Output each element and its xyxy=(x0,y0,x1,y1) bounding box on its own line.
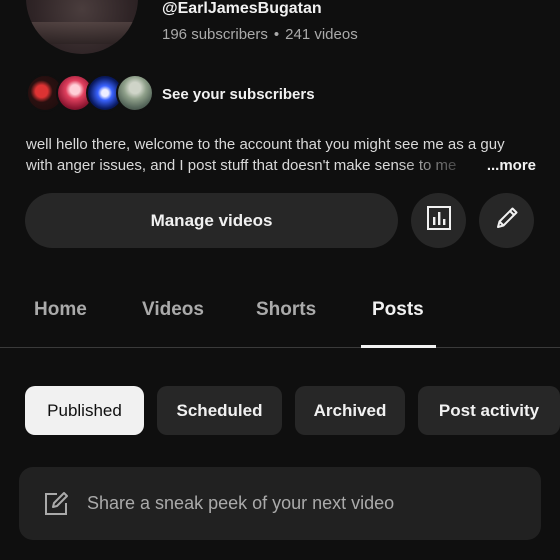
channel-avatar[interactable] xyxy=(26,0,138,54)
tab-home[interactable]: Home xyxy=(34,299,87,321)
filter-chip-published[interactable]: Published xyxy=(25,386,144,435)
analytics-icon xyxy=(426,205,452,236)
channel-handle: @EarlJamesBugatan xyxy=(162,0,322,17)
post-composer[interactable]: Share a sneak peek of your next video xyxy=(19,467,541,540)
tab-shorts[interactable]: Shorts xyxy=(256,299,316,321)
subscriber-avatars[interactable] xyxy=(26,74,156,112)
more-link[interactable]: ...more xyxy=(484,155,536,176)
edit-channel-button[interactable] xyxy=(479,193,534,248)
manage-videos-button[interactable]: Manage videos xyxy=(25,193,398,248)
channel-page: @EarlJamesBugatan 196 subscribers • 241 vi… xyxy=(0,0,560,560)
tab-videos[interactable]: Videos xyxy=(142,299,204,321)
description-line-1: well hello there, welcome to the account… xyxy=(26,136,505,153)
pencil-icon xyxy=(493,204,521,237)
video-count: 241 videos xyxy=(285,26,358,43)
channel-tabs: Home Videos Shorts Posts xyxy=(0,290,560,348)
stats-separator: • xyxy=(273,26,280,43)
subscriber-count: 196 subscribers xyxy=(162,26,268,43)
channel-stats: 196 subscribers • 241 videos xyxy=(162,26,358,43)
filter-chip-scheduled[interactable]: Scheduled xyxy=(157,386,282,435)
description-line-2: with anger issues, and I post stuff that… xyxy=(26,157,457,174)
subscriber-avatar xyxy=(116,74,154,112)
composer-placeholder: Share a sneak peek of your next video xyxy=(87,493,395,513)
see-subscribers-link[interactable]: See your subscribers xyxy=(162,86,315,103)
active-tab-indicator xyxy=(361,345,436,348)
analytics-button[interactable] xyxy=(411,193,466,248)
description-line-2-wrap: with anger issues, and I post stuff that… xyxy=(26,155,536,176)
filter-chip-archived[interactable]: Archived xyxy=(295,386,405,435)
channel-description[interactable]: well hello there, welcome to the account… xyxy=(26,134,536,176)
filter-chip-post-activity[interactable]: Post activity xyxy=(418,386,560,435)
tab-posts[interactable]: Posts xyxy=(372,299,424,321)
compose-icon xyxy=(41,489,71,519)
